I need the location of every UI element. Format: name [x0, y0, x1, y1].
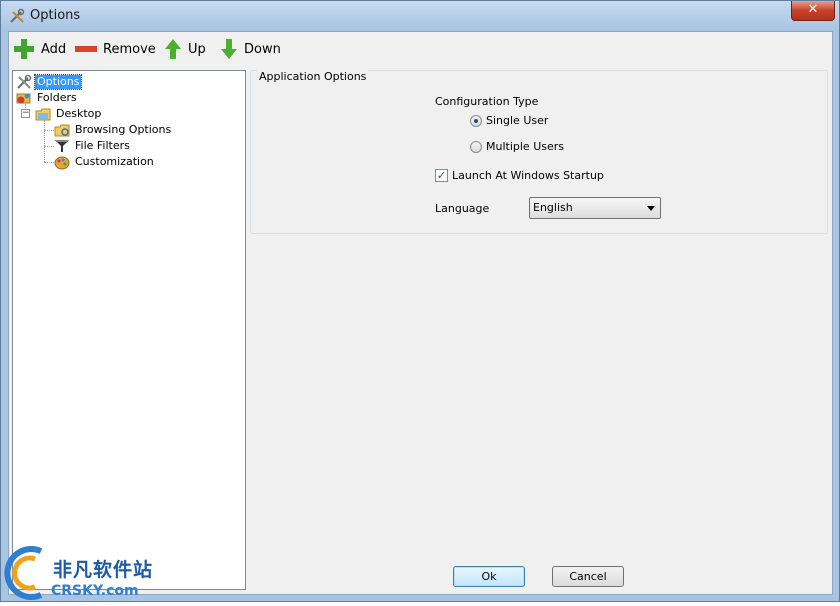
chevron-down-icon [647, 206, 655, 211]
plus-icon [14, 39, 34, 59]
multiple-users-label: Multiple Users [486, 140, 564, 153]
tree-line [44, 162, 54, 163]
tree-item-label: File Filters [75, 139, 130, 152]
tree-line [44, 130, 54, 131]
tools-icon [17, 74, 32, 89]
watermark-line1: 非凡软件站 [53, 559, 154, 581]
tree-item-folders[interactable]: Folders [16, 90, 79, 106]
tree-item-browsing-options[interactable]: Browsing Options [54, 122, 173, 138]
tree-item-label: Options [33, 74, 83, 90]
tree-line [44, 120, 45, 162]
language-value: English [533, 201, 573, 214]
configuration-type-label: Configuration Type [435, 95, 539, 108]
cancel-button[interactable]: Cancel [552, 566, 624, 587]
tree-line [44, 146, 54, 147]
crsky-logo-icon [4, 546, 43, 600]
close-icon: ✕ [807, 2, 819, 17]
group-title: Application Options [257, 70, 369, 83]
desktop-icon [35, 108, 51, 121]
tree-item-desktop[interactable]: Desktop [35, 106, 103, 122]
tree-item-label: Browsing Options [75, 123, 172, 136]
language-label: Language [435, 202, 490, 215]
close-button[interactable]: ✕ [791, 1, 835, 21]
single-user-label: Single User [486, 114, 549, 127]
options-window: Options ✕ Add Remove Up Down Options Fol… [0, 0, 840, 602]
up-button[interactable]: Up [164, 38, 206, 60]
watermark-line2: CRSKY.com [51, 583, 139, 599]
remove-label: Remove [103, 41, 156, 57]
tree-item-file-filters[interactable]: File Filters [54, 138, 132, 154]
remove-button[interactable]: Remove [75, 38, 156, 60]
tree-item-label: Folders [37, 91, 77, 104]
options-tree[interactable]: Options Folders − Desktop Browsing Optio… [12, 70, 246, 590]
window-title: Options [30, 8, 81, 23]
add-button[interactable]: Add [13, 38, 66, 60]
minus-icon [75, 46, 97, 52]
ok-button[interactable]: Ok [453, 566, 525, 587]
tree-item-customization[interactable]: Customization [54, 154, 156, 170]
browse-folder-icon [54, 124, 70, 137]
arrow-up-icon [165, 39, 181, 59]
crsky-watermark: 非凡软件站 CRSKY.com [1, 543, 161, 603]
funnel-icon [55, 140, 69, 152]
check-icon: ✓ [435, 169, 448, 182]
down-label: Down [244, 41, 281, 57]
multiple-users-radio[interactable]: Multiple Users [470, 140, 564, 153]
title-bar[interactable]: Options ✕ [1, 1, 839, 31]
application-options-group: Application Options Configuration Type S… [250, 70, 828, 234]
tree-item-label: Desktop [56, 107, 102, 120]
tree-item-label: Customization [75, 155, 154, 168]
tools-icon [10, 8, 25, 23]
radio-indicator [470, 114, 482, 127]
add-label: Add [41, 41, 67, 57]
folders-icon [16, 93, 31, 104]
down-button[interactable]: Down [220, 38, 281, 60]
radio-indicator [470, 140, 482, 153]
collapse-toggle[interactable]: − [21, 109, 30, 118]
tree-item-options[interactable]: Options [16, 74, 83, 90]
launch-at-startup-label: Launch At Windows Startup [452, 169, 604, 182]
toolbar: Add Remove Up Down [9, 32, 832, 68]
arrow-down-icon [221, 39, 237, 59]
language-select[interactable]: English [529, 197, 661, 219]
single-user-radio[interactable]: Single User [470, 114, 548, 127]
client-area: Add Remove Up Down Options Folders − Des… [8, 31, 833, 595]
up-label: Up [188, 41, 206, 57]
palette-icon [54, 156, 70, 170]
launch-at-startup-checkbox[interactable]: ✓ Launch At Windows Startup [435, 169, 604, 182]
